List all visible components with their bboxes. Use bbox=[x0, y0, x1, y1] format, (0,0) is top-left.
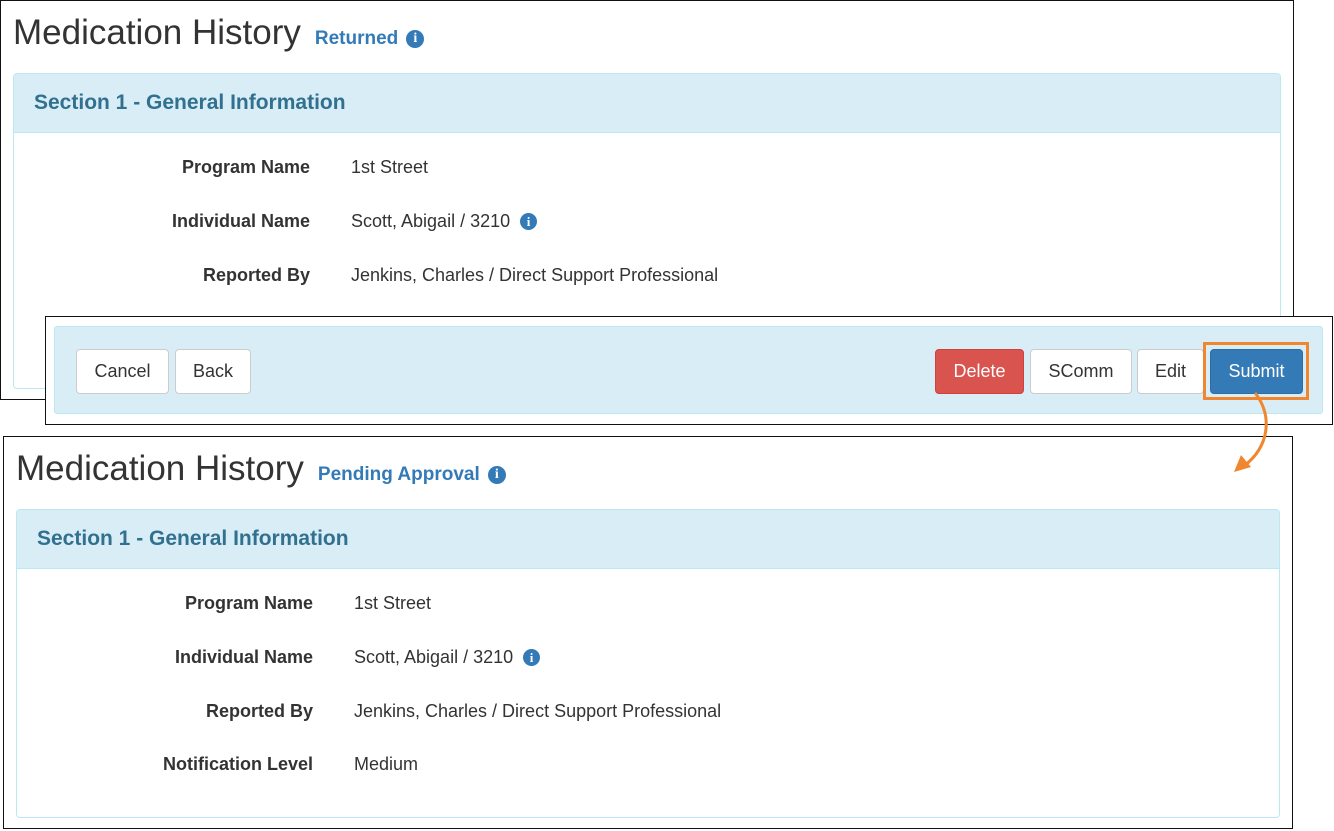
info-icon[interactable]: i bbox=[487, 466, 506, 484]
curved-arrow-icon bbox=[1234, 392, 1268, 472]
field-label: Program Name bbox=[181, 157, 310, 177]
field-value: Scott, Abigail / 3210 bbox=[351, 211, 511, 231]
field-row-individual-name: Individual Name Scott, Abigail / 3210 i bbox=[17, 642, 1279, 672]
field-value-wrapper: Scott, Abigail / 3210 i bbox=[351, 206, 538, 236]
field-value: Scott, Abigail / 3210 bbox=[354, 647, 514, 667]
scomm-button[interactable]: SComm bbox=[1030, 349, 1132, 394]
page-heading: Medication History Pending Approval i bbox=[16, 449, 506, 489]
field-value: Jenkins, Charles / Direct Support Profes… bbox=[351, 265, 719, 285]
after-screenshot: Medication History Pending Approval i Se… bbox=[3, 436, 1293, 829]
field-label: Program Name bbox=[184, 593, 313, 613]
action-footer-screenshot: Cancel Back Delete SComm Edit Submit bbox=[45, 316, 1333, 425]
field-label: Reported By bbox=[205, 701, 313, 721]
field-value-wrapper: Scott, Abigail / 3210 i bbox=[354, 642, 541, 672]
field-row-individual-name: Individual Name Scott, Abigail / 3210 i bbox=[14, 206, 1280, 236]
field-value: 1st Street bbox=[351, 157, 429, 177]
delete-button[interactable]: Delete bbox=[935, 349, 1024, 394]
field-row-program-name: Program Name 1st Street bbox=[14, 152, 1280, 182]
status-pending-approval-link[interactable]: Pending Approval bbox=[318, 464, 480, 486]
info-icon[interactable]: i bbox=[520, 213, 538, 230]
section-title: Section 1 - General Information bbox=[14, 74, 1280, 133]
field-label: Notification Level bbox=[162, 754, 313, 774]
field-label: Individual Name bbox=[171, 211, 310, 231]
field-row-program-name: Program Name 1st Street bbox=[17, 588, 1279, 618]
action-bar: Cancel Back Delete SComm Edit Submit bbox=[54, 326, 1323, 414]
field-label: Individual Name bbox=[174, 647, 313, 667]
field-value: Medium bbox=[354, 754, 419, 774]
field-row-notification-level: Notification Level Medium bbox=[17, 749, 1279, 779]
cancel-button[interactable]: Cancel bbox=[76, 349, 169, 394]
back-button[interactable]: Back bbox=[175, 349, 251, 394]
field-row-reported-by: Reported By Jenkins, Charles / Direct Su… bbox=[14, 260, 1280, 290]
field-value: 1st Street bbox=[354, 593, 432, 613]
field-label: Reported By bbox=[202, 265, 310, 285]
field-value: Jenkins, Charles / Direct Support Profes… bbox=[354, 701, 722, 721]
info-icon[interactable]: i bbox=[406, 30, 425, 48]
section-title: Section 1 - General Information bbox=[17, 510, 1279, 569]
page-heading: Medication History Returned i bbox=[13, 13, 425, 53]
submit-button[interactable]: Submit bbox=[1210, 349, 1303, 394]
general-information-panel: Section 1 - General Information Program … bbox=[16, 509, 1280, 818]
page-title: Medication History bbox=[16, 449, 304, 488]
field-row-reported-by: Reported By Jenkins, Charles / Direct Su… bbox=[17, 696, 1279, 726]
info-icon[interactable]: i bbox=[523, 649, 541, 666]
edit-button[interactable]: Edit bbox=[1137, 349, 1204, 394]
page-title: Medication History bbox=[13, 13, 301, 52]
status-returned-link[interactable]: Returned bbox=[315, 28, 398, 50]
